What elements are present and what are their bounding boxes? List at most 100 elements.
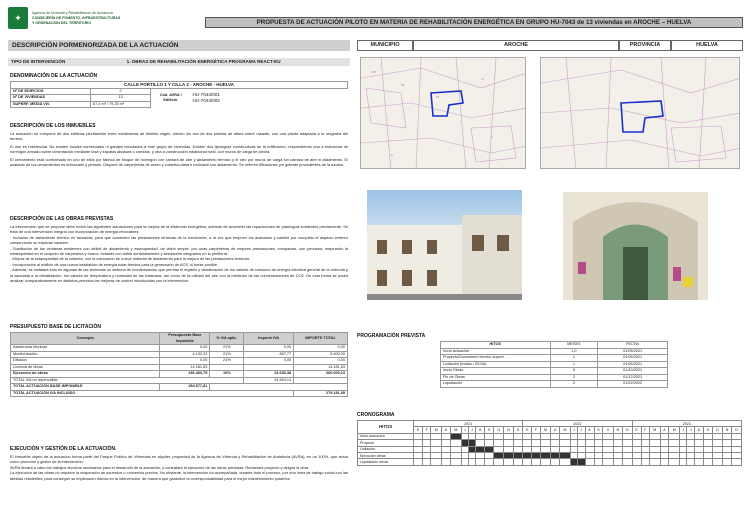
agency-logo: ✦ Agencia de Vivienda y Rehabilitación d… [8, 5, 198, 31]
building-facade-photo [367, 190, 522, 300]
col-base: Presupuesto Base Imponible [159, 332, 211, 345]
provincia-label: PROVINCIA [619, 40, 671, 51]
gantt-cell [449, 458, 462, 466]
gantt-cell [475, 458, 486, 466]
obras-heading: DESCRIPCIÓN DE LAS OBRAS PREVISTAS [10, 216, 114, 222]
obras-paragraph: - Además, se instalará sólo en algunas d… [10, 267, 348, 284]
gantt-cell [421, 458, 432, 466]
gestion-text: El inmueble objeto de la actuación forma… [10, 454, 348, 481]
section-title: DESCRIPCIÓN PORMENORIZADA DE LA ACTUACIÓ… [8, 40, 350, 51]
municipio-value: AROCHE [413, 40, 619, 51]
location-map-2 [540, 57, 740, 169]
inmuebles-paragraph: El cerramiento está conformado en uno de… [10, 156, 348, 168]
gantt-cell [430, 458, 442, 466]
inmuebles-paragraph: El uso es residencial. No existen locale… [10, 143, 348, 155]
total-iva-value: 279.181,95 [293, 389, 348, 397]
gantt-row: Liquidación obras [357, 458, 742, 466]
col-iva: Importe IVA [243, 332, 295, 345]
gantt-cell [668, 458, 681, 466]
superficie-value: 67,4 m² / 79,25 m² [90, 100, 151, 108]
gantt-cell [659, 458, 670, 466]
inmuebles-heading: DESCRIPCIÓN DE LOS INMUEBLES [10, 123, 96, 129]
municipio-label: MUNICIPIO [357, 40, 413, 51]
logo-line-3: Y ORDENACIÓN DEL TERRITORIO [32, 20, 92, 25]
obras-paragraph: - Sustitución de las ventanas existentes… [10, 245, 348, 257]
presupuesto-table: Concepto Presupuesto Base Imponible % IV… [9, 332, 348, 397]
street-map-image: 125 83 61 17 4 6 [361, 58, 525, 168]
gantt-cell [686, 458, 695, 466]
provincia-value: HUELVA [671, 40, 743, 51]
cronograma-heading: CRONOGRAMA [357, 412, 395, 418]
tipo-value: 1. OBRAS DE REHABILITACIÓN ENERGÉTICA PR… [126, 59, 281, 64]
programacion-cell: 2 [549, 380, 599, 388]
logo-line-2: CONSEJERÍA DE FOMENTO, INFRAESTRUCTURAS [32, 15, 121, 20]
gantt-cell [559, 458, 571, 466]
gantt-cell [467, 458, 477, 466]
gantt-cell [693, 458, 704, 466]
gantt-cell [539, 458, 552, 466]
svg-text:83: 83 [401, 83, 405, 87]
gantt-bar [569, 458, 579, 466]
gantt-cell [648, 458, 661, 466]
superficie-label: SUPERF. MEDIA VIV. [10, 100, 91, 108]
gantt-cell [602, 458, 614, 466]
svg-text:6: 6 [391, 153, 393, 157]
total-iva-label: TOTAL ACTUACIÓN IVA INCLUIDO [9, 389, 295, 397]
programacion-table: HITOS MESES FECHA Inicio actuación 1,0 01/… [440, 341, 668, 388]
cod-values: HU-7043/001 HU-7043/002 [191, 88, 348, 108]
gestion-paragraph: El inmueble objeto de la actuación forma… [10, 454, 348, 465]
location-map-1: 125 83 61 17 4 6 [360, 57, 526, 169]
obras-paragraph: La intervención que se propone debe incl… [10, 224, 348, 235]
programacion-heading: PROGRAMACIÓN PREVISTA [357, 333, 426, 339]
tipo-intervencion: TIPO DE INTERVENCIÓN 1. OBRAS DE REHABIL… [8, 58, 350, 66]
gantt-cell [679, 458, 688, 466]
facade-photo-image [367, 215, 522, 300]
junta-andalucia-emblem-icon: ✦ [8, 7, 28, 29]
gantt-cell [593, 458, 604, 466]
logo-line-1: Agencia de Vivienda y Rehabilitación de … [32, 10, 113, 15]
programacion-cell: Liquidación [440, 380, 551, 388]
gantt-hitos-header: HITOS [357, 420, 414, 434]
programacion-cell: 01/02/2022 [597, 380, 668, 388]
gantt-cell [640, 458, 650, 466]
street-map-image [541, 58, 739, 168]
gantt-cell [550, 458, 561, 466]
presupuesto-heading: PRESUPUESTO BASE DE LICITACIÓN [10, 324, 101, 330]
gantt-cell [512, 458, 524, 466]
gantt-cell [612, 458, 623, 466]
obras-paragraph: - Inclusión de aislamiento térmico en fa… [10, 234, 348, 246]
cod-label: Cod. AVRA / Edificio. [159, 92, 182, 103]
inmuebles-paragraph: La actuación se compone de dos edificios… [10, 131, 348, 142]
denominacion-heading: DENOMINACIÓN DE LA ACTUACIÓN [10, 73, 98, 79]
inmuebles-text: La actuación se compone de dos edificios… [10, 131, 348, 167]
gantt-cell [522, 458, 533, 466]
cod-value-2: HU-7043/002 [192, 98, 220, 103]
gantt-cell [731, 458, 742, 466]
gantt-cell [493, 458, 505, 466]
gantt-cell [531, 458, 541, 466]
gantt-cell [584, 458, 595, 466]
svg-text:17: 17 [481, 77, 485, 81]
gantt-cell [413, 458, 423, 466]
gantt-cell [631, 458, 642, 466]
document-title: PROPUESTA DE ACTUACIÓN PILOTO EN MATERIA… [205, 17, 743, 28]
gantt-cell [484, 458, 495, 466]
cronograma-gantt: HITOS 2021 2022 2023 EFMAMJJASONDEFMAMJJ… [357, 419, 743, 466]
svg-text:61: 61 [436, 95, 440, 99]
courtyard-photo-image [563, 192, 708, 300]
programacion-row: Liquidación 2 01/02/2022 [440, 380, 668, 388]
gantt-cell [711, 458, 723, 466]
col-iva-pct: % IVA aplic. [209, 332, 245, 345]
gantt-cell [702, 458, 713, 466]
gantt-cell [622, 458, 633, 466]
gantt-bar [577, 458, 586, 466]
svg-text:125: 125 [371, 70, 376, 74]
gantt-cell [460, 458, 469, 466]
tipo-label: TIPO DE INTERVENCIÓN [11, 59, 66, 64]
gantt-cell [503, 458, 514, 466]
gantt-cell [721, 458, 733, 466]
denominacion-table: CALLE PORTILLO 1 Y CILLA 2 - AROCHE - HU… [10, 81, 348, 108]
gestion-paragraph: La ejecución de las obras no requiere la… [10, 470, 348, 481]
agency-logo-text: Agencia de Vivienda y Rehabilitación de … [32, 11, 120, 26]
col-total: IMPORTE TOTAL [293, 332, 348, 345]
